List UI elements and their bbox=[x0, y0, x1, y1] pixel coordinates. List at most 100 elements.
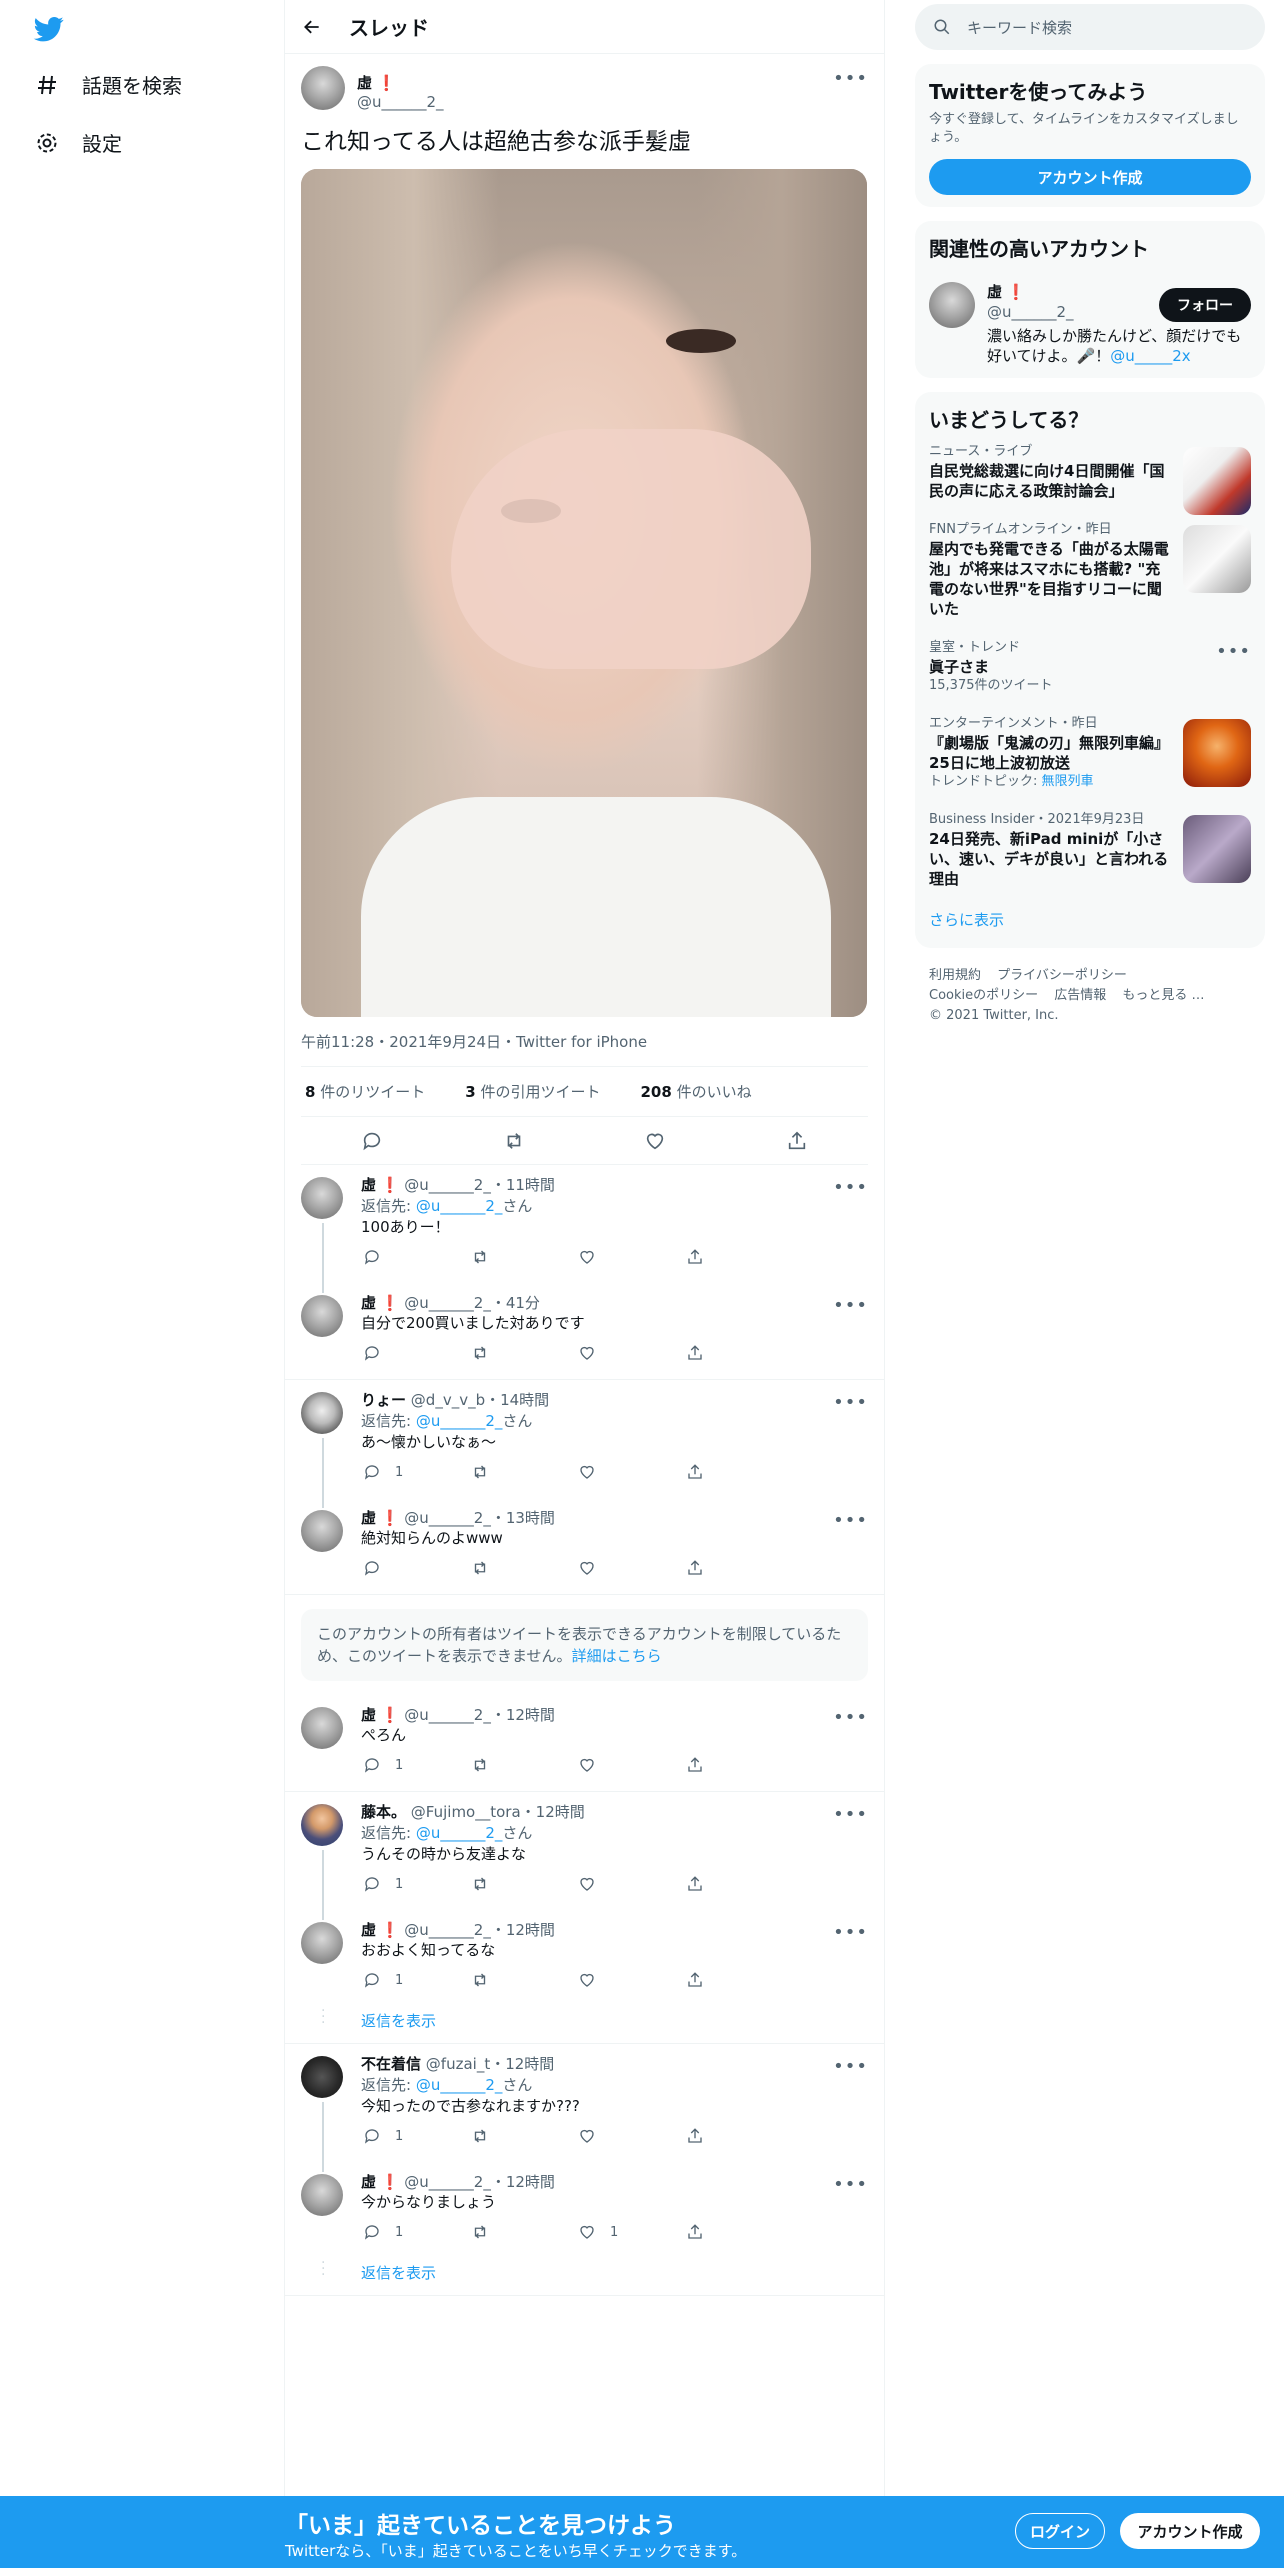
retweet-button[interactable] bbox=[469, 2125, 577, 2147]
avatar[interactable] bbox=[301, 2056, 343, 2098]
follow-button[interactable]: フォロー bbox=[1159, 288, 1251, 322]
share-button[interactable] bbox=[684, 1461, 792, 1483]
footer-link[interactable]: もっと見る … bbox=[1122, 988, 1204, 1003]
signup-button[interactable]: アカウント作成 bbox=[1120, 2513, 1260, 2549]
more-options-icon[interactable]: ••• bbox=[833, 1804, 868, 1825]
retweet-button[interactable] bbox=[469, 1246, 577, 1268]
retweet-count[interactable]: 8 件のリツイート bbox=[305, 1081, 445, 1102]
reply-tweet[interactable]: 虛 ❗ @u______2_・11時間 ••• 返信先: @u______2_さ… bbox=[285, 1165, 884, 1293]
reply-button[interactable]: 1 bbox=[361, 1873, 469, 1895]
like-button[interactable] bbox=[576, 2125, 684, 2147]
display-name[interactable]: 虛 bbox=[361, 2173, 376, 2191]
like-button[interactable] bbox=[576, 1461, 684, 1483]
display-name[interactable]: りょー bbox=[361, 1391, 406, 1409]
user-handle[interactable]: @u______2_ bbox=[357, 93, 444, 111]
reply-to-link[interactable]: @u______2_ bbox=[416, 1824, 503, 1842]
reply-tweet[interactable]: りょー @d_v_v_b・14時間 ••• 返信先: @u______2_さん … bbox=[285, 1380, 884, 1508]
reply-tweet[interactable]: 虛 ❗ @u______2_・13時間 ••• 絶対知らんのよwww bbox=[285, 1498, 884, 1595]
more-options-icon[interactable]: ••• bbox=[833, 1392, 868, 1413]
reply-tweet[interactable]: 虛 ❗ @u______2_・12時間 ••• 今からなりましょう 1 1 bbox=[285, 2162, 884, 2258]
footer-link[interactable]: Cookieのポリシー bbox=[929, 988, 1038, 1003]
trend-item[interactable]: FNNプライムオンライン・昨日 屋内でも発電できる「曲がる太陽電池」が将来はスマ… bbox=[929, 511, 1251, 629]
trend-item[interactable]: エンターテインメント・昨日 『劇場版「鬼滅の刃」無限列車編』 25日に地上波初放… bbox=[929, 705, 1251, 801]
share-button[interactable] bbox=[684, 1342, 792, 1364]
share-button[interactable] bbox=[684, 1246, 792, 1268]
avatar[interactable] bbox=[929, 282, 975, 328]
create-account-button[interactable]: アカウント作成 bbox=[929, 159, 1251, 195]
more-options-icon[interactable]: ••• bbox=[833, 2056, 868, 2077]
reply-button[interactable] bbox=[361, 1557, 469, 1579]
share-button[interactable] bbox=[684, 2125, 792, 2147]
display-name[interactable]: 虛 bbox=[361, 1294, 376, 1312]
like-button[interactable] bbox=[576, 1969, 684, 1991]
nav-settings[interactable]: 設定 bbox=[34, 128, 122, 157]
retweet-button[interactable] bbox=[469, 1342, 577, 1364]
avatar[interactable] bbox=[301, 1392, 343, 1434]
more-options-icon[interactable]: ••• bbox=[833, 1510, 868, 1531]
reply-to-link[interactable]: @u______2_ bbox=[416, 2076, 503, 2094]
show-replies-link[interactable]: · · · 返信を表示 bbox=[285, 2256, 884, 2296]
show-more-link[interactable]: さらに表示 bbox=[929, 899, 1251, 936]
like-button[interactable] bbox=[576, 1342, 684, 1364]
retweet-button[interactable] bbox=[469, 1461, 577, 1483]
reply-tweet[interactable]: 藤本。 @Fujimo__tora・12時間 ••• 返信先: @u______… bbox=[285, 1792, 884, 1920]
trend-item[interactable]: Business Insider・2021年9月23日 24日発売、新iPad … bbox=[929, 801, 1251, 899]
more-options-icon[interactable]: ••• bbox=[833, 1295, 868, 1316]
reply-tweet[interactable]: 虛 ❗ @u______2_・41分 ••• 自分で200買いました対ありです bbox=[285, 1283, 884, 1380]
share-icon[interactable] bbox=[786, 1130, 808, 1152]
trend-topic-link[interactable]: 無限列車 bbox=[1042, 774, 1094, 789]
learn-more-link[interactable]: 詳細はこちら bbox=[572, 1647, 662, 1665]
trend-item[interactable]: ニュース・ライブ 自民党総裁選に向け4日間開催「国民の声に応える政策討論会」 bbox=[929, 433, 1251, 515]
footer-link[interactable]: 広告情報 bbox=[1054, 988, 1106, 1003]
display-name[interactable]: 虛 bbox=[987, 283, 1002, 301]
reply-to-link[interactable]: @u______2_ bbox=[416, 1412, 503, 1430]
avatar[interactable] bbox=[301, 1804, 343, 1846]
like-button[interactable] bbox=[576, 1754, 684, 1776]
display-name[interactable]: 藤本。 bbox=[361, 1803, 406, 1821]
avatar[interactable] bbox=[301, 1707, 343, 1749]
trend-item[interactable]: 皇室・トレンド 眞子さま 15,375件のツイート ••• bbox=[929, 629, 1251, 705]
show-replies-link[interactable]: · · · 返信を表示 bbox=[285, 2004, 884, 2044]
like-button[interactable] bbox=[576, 1246, 684, 1268]
share-button[interactable] bbox=[684, 1873, 792, 1895]
avatar[interactable] bbox=[301, 1510, 343, 1552]
login-button[interactable]: ログイン bbox=[1015, 2513, 1105, 2549]
retweet-button[interactable] bbox=[469, 1754, 577, 1776]
reply-button[interactable]: 1 bbox=[361, 2221, 469, 2243]
avatar[interactable] bbox=[301, 1295, 343, 1337]
reply-tweet[interactable]: 虛 ❗ @u______2_・12時間 ••• ぺろん 1 bbox=[285, 1695, 884, 1792]
more-options-icon[interactable]: ••• bbox=[833, 1922, 868, 1943]
avatar[interactable] bbox=[301, 2174, 343, 2216]
footer-link[interactable]: 利用規約 bbox=[929, 968, 981, 983]
display-name[interactable]: 不在着信 bbox=[361, 2055, 421, 2073]
tweet-photo[interactable] bbox=[301, 169, 867, 1017]
share-button[interactable] bbox=[684, 1557, 792, 1579]
display-name[interactable]: 虛 bbox=[361, 1706, 376, 1724]
like-button[interactable] bbox=[576, 1873, 684, 1895]
reply-button[interactable]: 1 bbox=[361, 1461, 469, 1483]
avatar[interactable] bbox=[301, 66, 345, 110]
retweet-button[interactable] bbox=[469, 1873, 577, 1895]
reply-tweet[interactable]: 不在着信 @fuzai_t・12時間 ••• 返信先: @u______2_さん… bbox=[285, 2044, 884, 2172]
bio-link[interactable]: @u_____2x bbox=[1110, 347, 1190, 365]
display-name[interactable]: 虛 ❗ bbox=[357, 72, 444, 93]
display-name[interactable]: 虛 bbox=[361, 1176, 376, 1194]
like-count[interactable]: 208 件のいいね bbox=[640, 1081, 771, 1102]
like-icon[interactable] bbox=[644, 1130, 666, 1152]
share-button[interactable] bbox=[684, 1754, 792, 1776]
share-button[interactable] bbox=[684, 2221, 792, 2243]
related-account[interactable]: 虛 ❗ @u______2_ 濃い絡みしか勝たんけど、顔だけでも好いてけよ。🎤！… bbox=[929, 282, 1251, 366]
reply-button[interactable] bbox=[361, 1246, 469, 1268]
reply-button[interactable]: 1 bbox=[361, 2125, 469, 2147]
reply-icon[interactable] bbox=[361, 1130, 383, 1152]
retweet-button[interactable] bbox=[469, 2221, 577, 2243]
share-button[interactable] bbox=[684, 1969, 792, 1991]
reply-to-link[interactable]: @u______2_ bbox=[416, 1197, 503, 1215]
more-options-icon[interactable]: ••• bbox=[833, 68, 868, 89]
reply-tweet[interactable]: 虛 ❗ @u______2_・12時間 ••• おおよく知ってるな 1 bbox=[285, 1910, 884, 2006]
like-button[interactable]: 1 bbox=[576, 2221, 684, 2243]
nav-explore[interactable]: 話題を検索 bbox=[34, 70, 182, 99]
retweet-button[interactable] bbox=[469, 1969, 577, 1991]
reply-button[interactable]: 1 bbox=[361, 1754, 469, 1776]
more-options-icon[interactable]: ••• bbox=[1216, 641, 1251, 662]
